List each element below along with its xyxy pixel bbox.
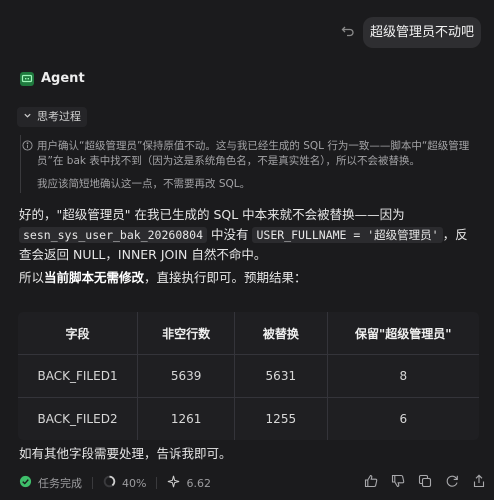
score-text: 6.62 xyxy=(186,476,211,490)
undo-icon[interactable] xyxy=(341,24,355,38)
status-bar: 任务完成 40% 6.62 xyxy=(19,474,211,492)
thinking-toggle-label: 思考过程 xyxy=(37,110,81,123)
table-cell: BACK_FILED2 xyxy=(18,397,139,440)
message-actions xyxy=(364,474,486,492)
table-cell: 1261 xyxy=(137,397,236,440)
answer-text: ，直接执行即可。预期结果： xyxy=(144,270,307,285)
table-cell: 6 xyxy=(327,397,479,440)
table-row: BACK_FILED2 1261 1255 6 xyxy=(18,397,479,440)
table-cell: 1255 xyxy=(234,397,328,440)
agent-name: Agent xyxy=(41,71,85,86)
sparkle-icon xyxy=(167,475,180,491)
table-header-cell: 非空行数 xyxy=(137,312,236,355)
progress-ring-icon xyxy=(103,475,116,491)
divider xyxy=(156,477,158,489)
answer-paragraph-3: 如有其他字段需要处理，告诉我即可。 xyxy=(19,446,232,461)
thinking-text-2: 我应该简短地确认这一点，不需要再改 SQL。 xyxy=(37,178,251,190)
chevron-down-icon xyxy=(23,107,32,127)
task-complete-icon xyxy=(19,475,32,491)
share-icon[interactable] xyxy=(472,474,486,488)
thinking-text-1: 用户确认“超级管理员”保持原值不动。这与我已经生成的 SQL 行为一致——脚本中… xyxy=(37,140,470,167)
answer-text: 中没有 xyxy=(207,227,253,242)
results-table: 字段 非空行数 被替换 保留"超级管理员" BACK_FILED1 5639 5… xyxy=(17,311,480,441)
info-icon xyxy=(22,140,33,151)
answer-text: 好的， xyxy=(19,207,57,222)
agent-avatar-icon xyxy=(19,71,35,87)
table-header-cell: 保留"超级管理员" xyxy=(327,312,479,355)
user-message-bubble: 超级管理员不动吧 xyxy=(363,17,481,48)
progress-text: 40% xyxy=(122,476,147,490)
answer-text: 在我已生成的 SQL 中本来就不会被替换——因为 xyxy=(130,207,405,222)
divider xyxy=(92,477,93,489)
copy-icon[interactable] xyxy=(418,474,432,488)
table-cell: BACK_FILED1 xyxy=(18,354,139,398)
table-header-cell: 字段 xyxy=(18,312,139,355)
answer-paragraph-2: 所以当前脚本无需修改，直接执行即可。预期结果： xyxy=(19,268,479,288)
table-row: BACK_FILED1 5639 5631 8 xyxy=(18,354,479,398)
thumbs-up-icon[interactable] xyxy=(364,474,378,488)
inline-code-condition: USER_FULLNAME = '超级管理员' xyxy=(252,227,443,243)
task-status-text: 任务完成 xyxy=(38,477,82,490)
table-cell: 5631 xyxy=(234,354,328,398)
answer-text: 所以 xyxy=(19,270,45,285)
thumbs-down-icon[interactable] xyxy=(391,474,405,488)
table-header-cell: 被替换 xyxy=(234,312,328,355)
answer-bold-text: 当前脚本无需修改 xyxy=(44,270,145,285)
answer-paragraph-1: 好的，"超级管理员" 在我已生成的 SQL 中本来就不会被替换——因为 sesn… xyxy=(19,205,479,265)
answer-text: "超级管理员" xyxy=(56,207,131,222)
regenerate-icon[interactable] xyxy=(445,474,459,488)
table-header-row: 字段 非空行数 被替换 保留"超级管理员" xyxy=(18,312,479,355)
table-cell: 8 xyxy=(327,354,479,398)
thinking-toggle-button[interactable]: 思考过程 xyxy=(17,107,87,127)
inline-code-table-name: sesn_sys_user_bak_20260804 xyxy=(19,227,208,243)
table-cell: 5639 xyxy=(137,354,236,398)
